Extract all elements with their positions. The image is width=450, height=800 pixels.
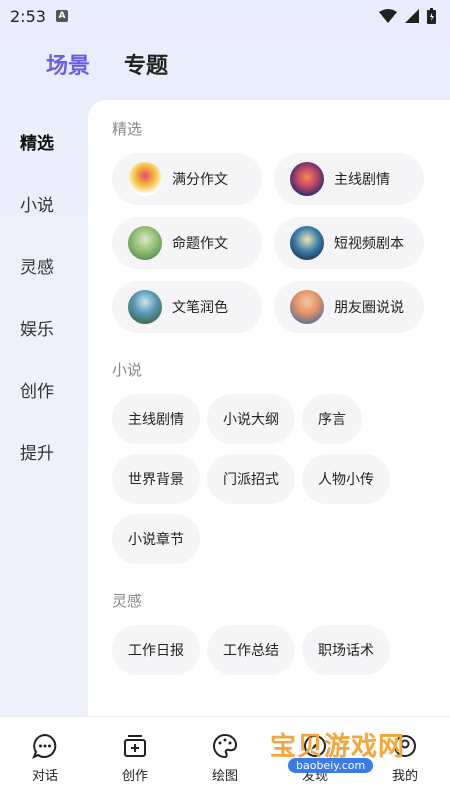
bottom-nav-profile[interactable]: 我的 bbox=[370, 733, 440, 784]
bottom-nav-draw[interactable]: 绘图 bbox=[190, 733, 260, 784]
chip-workplace-phrases[interactable]: 职场话术 bbox=[302, 625, 390, 675]
section-title-inspiration: 灵感 bbox=[112, 592, 143, 610]
bottom-nav: 对话 创作 绘图 发现 我的 bbox=[0, 716, 450, 800]
bottom-nav-label: 创作 bbox=[121, 769, 148, 784]
bottom-nav-label: 绘图 bbox=[211, 769, 238, 784]
content-panel: 精选 满分作文 主线剧情 命题作文 短视频剧本 文笔润色 朋友圈说说 小说 主线… bbox=[88, 100, 450, 716]
card-label: 主线剧情 bbox=[334, 172, 390, 188]
bottom-nav-discover[interactable]: 发现 bbox=[280, 733, 350, 784]
side-item-featured[interactable]: 精选 bbox=[0, 110, 88, 172]
chip-sect-moves[interactable]: 门派招式 bbox=[207, 454, 295, 504]
polish-thumbnail-icon bbox=[128, 290, 162, 324]
bottom-nav-chat[interactable]: 对话 bbox=[10, 733, 80, 784]
section-title-novel: 小说 bbox=[112, 361, 143, 379]
chip-character-bio[interactable]: 人物小传 bbox=[302, 454, 390, 504]
top-tabs: 场景 专题 bbox=[46, 48, 168, 80]
inspiration-chips: 工作日报 工作总结 职场话术 bbox=[112, 625, 412, 675]
side-nav: 精选 小说 灵感 娱乐 创作 提升 bbox=[0, 110, 88, 482]
bottom-nav-create[interactable]: 创作 bbox=[100, 733, 170, 784]
card-label: 短视频剧本 bbox=[334, 236, 404, 252]
chip-daily-report[interactable]: 工作日报 bbox=[112, 625, 200, 675]
chip-novel-chapter[interactable]: 小说章节 bbox=[112, 514, 200, 564]
profile-icon bbox=[394, 735, 416, 757]
card-topic-essay[interactable]: 命题作文 bbox=[112, 217, 262, 269]
side-item-improve[interactable]: 提升 bbox=[0, 420, 88, 482]
card-label: 命题作文 bbox=[172, 236, 228, 252]
side-item-entertainment[interactable]: 娱乐 bbox=[0, 296, 88, 358]
chip-preface[interactable]: 序言 bbox=[302, 394, 362, 444]
chat-icon bbox=[32, 733, 57, 759]
card-full-score-essay[interactable]: 满分作文 bbox=[112, 153, 262, 205]
chip-world-background[interactable]: 世界背景 bbox=[112, 454, 200, 504]
chip-novel-outline[interactable]: 小说大纲 bbox=[207, 394, 295, 444]
tab-topics[interactable]: 专题 bbox=[124, 48, 168, 80]
discover-icon bbox=[304, 735, 326, 757]
novel-chips: 主线剧情 小说大纲 序言 世界背景 门派招式 人物小传 小说章节 bbox=[112, 394, 412, 564]
card-polish-writing[interactable]: 文笔润色 bbox=[112, 281, 262, 333]
card-main-plot[interactable]: 主线剧情 bbox=[274, 153, 424, 205]
card-label: 朋友圈说说 bbox=[334, 300, 404, 316]
featured-grid: 满分作文 主线剧情 命题作文 短视频剧本 文笔润色 朋友圈说说 bbox=[112, 153, 430, 333]
card-label: 满分作文 bbox=[172, 172, 228, 188]
essay-thumbnail-icon bbox=[128, 162, 162, 196]
bottom-nav-label: 发现 bbox=[301, 769, 328, 784]
bottom-nav-label: 我的 bbox=[391, 769, 418, 784]
topic-essay-thumbnail-icon bbox=[128, 226, 162, 260]
section-title-featured: 精选 bbox=[112, 120, 143, 138]
side-item-inspiration[interactable]: 灵感 bbox=[0, 234, 88, 296]
card-short-video-script[interactable]: 短视频剧本 bbox=[274, 217, 424, 269]
bottom-nav-label: 对话 bbox=[31, 769, 58, 784]
create-icon bbox=[124, 735, 146, 757]
card-moments-post[interactable]: 朋友圈说说 bbox=[274, 281, 424, 333]
chip-main-plot[interactable]: 主线剧情 bbox=[112, 394, 200, 444]
side-item-creation[interactable]: 创作 bbox=[0, 358, 88, 420]
moments-thumbnail-icon bbox=[290, 290, 324, 324]
palette-icon bbox=[213, 733, 238, 759]
notification-icon: A bbox=[55, 10, 68, 22]
wifi-icon bbox=[379, 9, 397, 23]
chip-work-summary[interactable]: 工作总结 bbox=[207, 625, 295, 675]
side-item-novel[interactable]: 小说 bbox=[0, 172, 88, 234]
card-label: 文笔润色 bbox=[172, 300, 228, 316]
signal-icon bbox=[405, 9, 419, 23]
tab-scenes[interactable]: 场景 bbox=[46, 48, 90, 80]
plot-thumbnail-icon bbox=[290, 162, 324, 196]
battery-icon bbox=[427, 8, 436, 24]
status-time: 2:53 bbox=[10, 6, 46, 26]
video-script-thumbnail-icon bbox=[290, 226, 324, 260]
status-bar: 2:53 A bbox=[0, 0, 450, 32]
